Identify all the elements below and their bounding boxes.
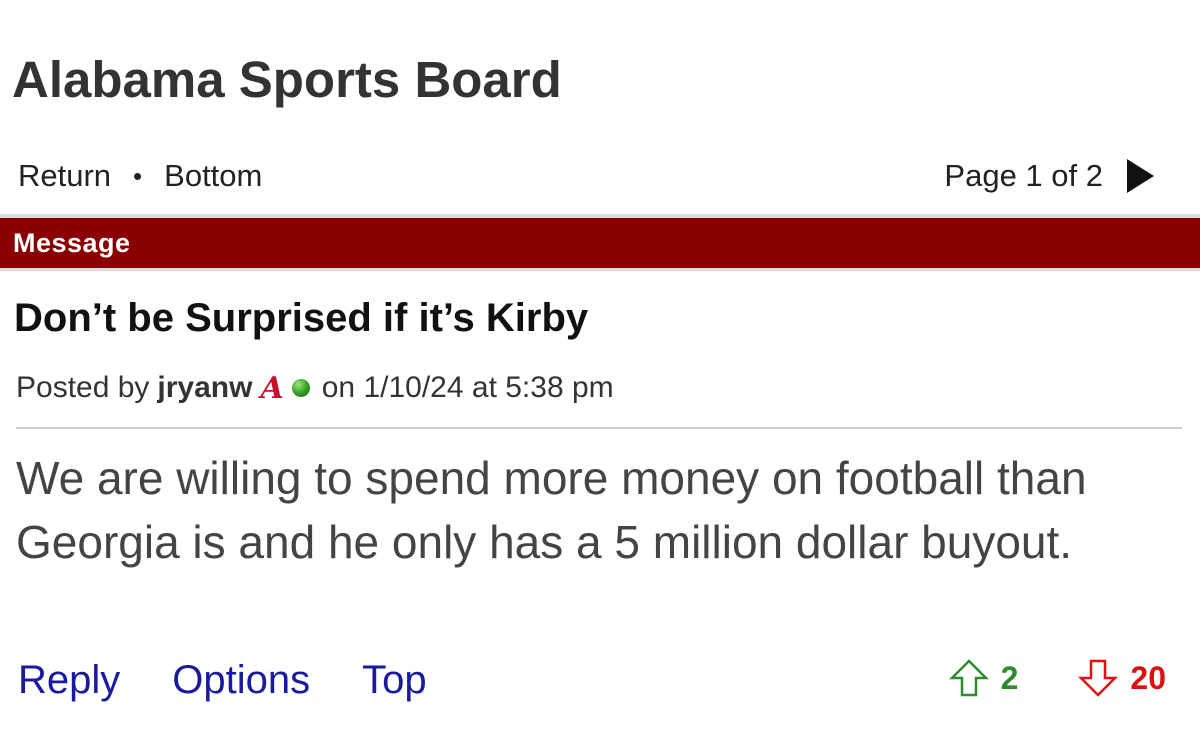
post-meta: Posted by jryanw A on 1/10/24 at 5:38 pm: [16, 368, 614, 408]
page-indicator: Page 1 of 2: [944, 158, 1103, 193]
nav-links: Return • Bottom: [18, 158, 262, 194]
reply-button[interactable]: Reply: [18, 658, 120, 703]
message-section-header: Message: [0, 218, 1200, 268]
arrow-up-outline-icon: [948, 659, 989, 697]
downvote-button[interactable]: 20: [1078, 658, 1166, 698]
post-divider: [16, 427, 1182, 429]
top-button[interactable]: Top: [362, 658, 427, 703]
next-page-icon[interactable]: [1127, 159, 1154, 193]
return-link[interactable]: Return: [18, 158, 111, 194]
vote-controls: 2 20: [948, 650, 1166, 706]
upvote-count: 2: [1000, 659, 1019, 696]
author-link[interactable]: jryanw: [157, 371, 252, 405]
bottom-link[interactable]: Bottom: [164, 158, 262, 194]
nav-separator: •: [133, 160, 143, 191]
top-nav: Return • Bottom Page 1 of 2: [18, 156, 1154, 196]
alabama-logo-icon: A: [260, 370, 284, 406]
post-actions: Reply Options Top: [18, 652, 479, 708]
post-body: We are willing to spend more money on fo…: [16, 452, 1087, 568]
post-title: Don’t be Surprised if it’s Kirby: [14, 296, 589, 340]
arrow-down-outline-icon: [1078, 659, 1119, 697]
pagination: Page 1 of 2: [944, 158, 1154, 194]
post-date: on 1/10/24 at 5:38 pm: [321, 371, 614, 404]
posted-by-label: Posted by: [16, 371, 150, 404]
page: Alabama Sports Board Return • Bottom Pag…: [0, 0, 1200, 746]
board-title: Alabama Sports Board: [12, 51, 562, 108]
downvote-count: 20: [1130, 659, 1166, 696]
divider: [0, 268, 1200, 271]
upvote-button[interactable]: 2: [948, 658, 1019, 698]
online-status-icon: [291, 379, 310, 397]
options-button[interactable]: Options: [172, 658, 310, 703]
